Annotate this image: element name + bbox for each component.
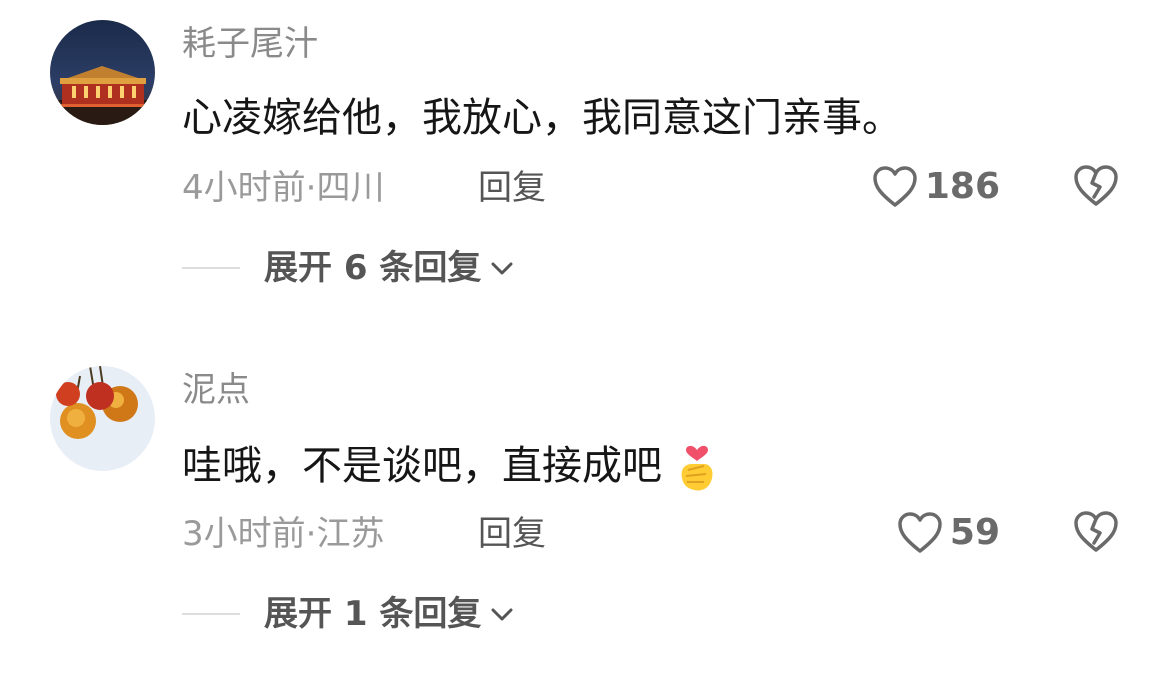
avatar[interactable] bbox=[50, 20, 155, 125]
like-count: 186 bbox=[924, 166, 1000, 207]
chevron-down-icon bbox=[491, 262, 513, 275]
comment-item: 泥点 哇哦，不是谈吧，直接成吧 3小时前·江苏 回复 59 展开 1 条回复 bbox=[0, 346, 1170, 666]
broken-heart-icon bbox=[1074, 165, 1118, 206]
like-button[interactable]: 186 bbox=[871, 163, 1000, 211]
comment-text: 心凌嫁给他，我放心，我同意这门亲事。 bbox=[182, 92, 902, 144]
avatar[interactable] bbox=[50, 366, 155, 471]
like-button[interactable]: 59 bbox=[896, 509, 1000, 557]
cherries-avatar-icon bbox=[50, 366, 155, 471]
heart-outline-icon bbox=[873, 166, 917, 207]
comment-meta: 4小时前·四川 bbox=[182, 168, 385, 208]
divider-line bbox=[182, 613, 240, 615]
finger-heart-emoji-icon bbox=[681, 445, 713, 491]
divider-line bbox=[182, 267, 240, 269]
comment-meta: 3小时前·江苏 bbox=[182, 514, 385, 554]
comment-text: 哇哦，不是谈吧，直接成吧 bbox=[182, 438, 720, 494]
expand-replies-label: 展开 1 条回复 bbox=[264, 594, 482, 634]
heart-outline-icon bbox=[898, 512, 942, 553]
username[interactable]: 泥点 bbox=[182, 368, 250, 412]
like-count: 59 bbox=[949, 512, 1000, 553]
comment-text-content: 心凌嫁给他，我放心，我同意这门亲事。 bbox=[182, 95, 902, 141]
reply-button[interactable]: 回复 bbox=[478, 512, 546, 556]
chevron-down-icon bbox=[491, 608, 513, 621]
expand-replies-button[interactable]: 展开 6 条回复 bbox=[182, 246, 515, 290]
comment-text-content: 哇哦，不是谈吧，直接成吧 bbox=[182, 443, 662, 489]
tiananmen-night-avatar-icon bbox=[50, 20, 155, 125]
username[interactable]: 耗子尾汁 bbox=[182, 22, 318, 66]
reply-button[interactable]: 回复 bbox=[478, 166, 546, 210]
dislike-button[interactable] bbox=[1072, 163, 1120, 209]
broken-heart-icon bbox=[1074, 511, 1118, 552]
dislike-button[interactable] bbox=[1072, 509, 1120, 555]
comment-item: 耗子尾汁 心凌嫁给他，我放心，我同意这门亲事。 4小时前·四川 回复 186 展… bbox=[0, 0, 1170, 320]
expand-replies-button[interactable]: 展开 1 条回复 bbox=[182, 592, 515, 636]
expand-replies-label: 展开 6 条回复 bbox=[264, 248, 482, 288]
